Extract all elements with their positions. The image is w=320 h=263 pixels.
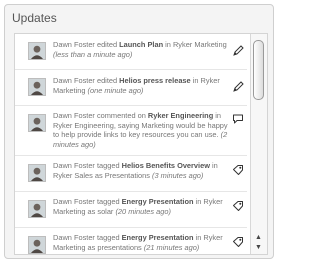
tag-link[interactable]: solar <box>97 207 113 216</box>
update-text: Dawn Foster tagged Energy Presentation i… <box>53 233 223 252</box>
updates-list: Dawn Foster edited Launch Plan in Ryker … <box>15 34 247 254</box>
actor-name[interactable]: Dawn Foster <box>53 40 95 49</box>
update-item: Dawn Foster tagged Helios Benefits Overv… <box>15 156 247 192</box>
update-item: Dawn Foster edited Launch Plan in Ryker … <box>15 34 247 70</box>
update-text: Dawn Foster edited Helios press release … <box>53 76 220 95</box>
update-text: Dawn Foster commented on Ryker Engineeri… <box>53 111 228 149</box>
target-link[interactable]: Ryker Engineering <box>53 121 114 130</box>
updates-panel: Updates Dawn Foster edited Launch Plan i… <box>4 4 274 259</box>
avatar[interactable] <box>28 42 46 60</box>
tag-link[interactable]: presentations <box>97 243 141 252</box>
tag-link[interactable]: Presentations <box>105 171 150 180</box>
target-link[interactable]: Ryker Sales <box>53 171 93 180</box>
timestamp: (one minute ago) <box>87 85 144 95</box>
object-link[interactable]: Energy Presentation <box>122 233 194 242</box>
update-item: Dawn Foster edited Helios press release … <box>15 70 247 106</box>
actor-name[interactable]: Dawn Foster <box>53 161 95 170</box>
panel-title: Updates <box>12 11 57 25</box>
avatar[interactable] <box>28 236 46 254</box>
scrollbar-thumb[interactable] <box>253 40 264 100</box>
avatar[interactable] <box>28 114 46 132</box>
update-item: Dawn Foster commented on Ryker Engineeri… <box>15 106 247 156</box>
update-text: Dawn Foster tagged Energy Presentation i… <box>53 197 223 216</box>
tag-icon <box>232 199 244 211</box>
tag-icon <box>232 163 244 175</box>
actor-name[interactable]: Dawn Foster <box>53 197 95 206</box>
update-text: Dawn Foster edited Launch Plan in Ryker … <box>53 40 227 59</box>
object-link[interactable]: Helios Benefits Overview <box>122 161 210 170</box>
update-text: Dawn Foster tagged Helios Benefits Overv… <box>53 161 218 180</box>
update-item: Dawn Foster tagged Energy Presentation i… <box>15 192 247 228</box>
avatar[interactable] <box>28 200 46 218</box>
scroll-up-arrow[interactable]: ▲ <box>253 233 264 243</box>
update-item: Dawn Foster tagged Energy Presentation i… <box>15 228 247 254</box>
comment-icon <box>232 112 244 124</box>
pencil-icon <box>232 44 244 56</box>
feed-scrollbar[interactable]: ▲ ▼ <box>250 34 267 254</box>
object-link[interactable]: Helios press release <box>119 76 191 85</box>
scroll-down-arrow[interactable]: ▼ <box>253 243 264 253</box>
timestamp: (20 minutes ago) <box>115 206 171 216</box>
avatar[interactable] <box>28 78 46 96</box>
actor-name[interactable]: Dawn Foster <box>53 76 95 85</box>
target-link[interactable]: Ryker Marketing <box>173 40 227 49</box>
timestamp: (3 minutes ago) <box>152 170 204 180</box>
updates-feed: Dawn Foster edited Launch Plan in Ryker … <box>14 33 268 255</box>
actor-name[interactable]: Dawn Foster <box>53 233 95 242</box>
pencil-icon <box>232 80 244 92</box>
object-link[interactable]: Launch Plan <box>119 40 163 49</box>
object-link[interactable]: Ryker Engineering <box>148 111 213 120</box>
tag-icon <box>232 235 244 247</box>
object-link[interactable]: Energy Presentation <box>122 197 194 206</box>
actor-name[interactable]: Dawn Foster <box>53 111 95 120</box>
timestamp: (less than a minute ago) <box>53 49 133 59</box>
timestamp: (21 minutes ago) <box>143 242 200 252</box>
avatar[interactable] <box>28 164 46 182</box>
